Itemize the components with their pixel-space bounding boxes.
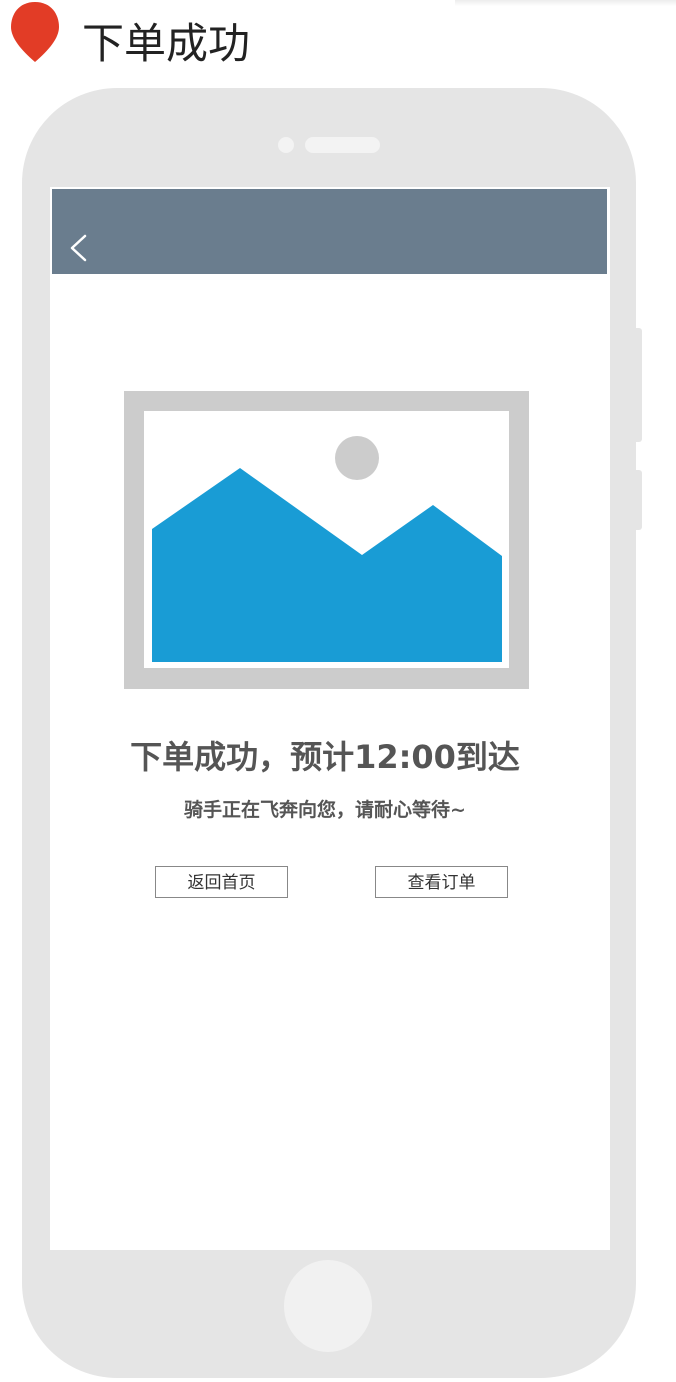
page-title: 下单成功 — [82, 19, 251, 68]
image-placeholder-icon — [124, 391, 529, 689]
location-pin-icon — [11, 2, 59, 62]
top-shadow — [455, 0, 676, 6]
view-order-button[interactable]: 查看订单 — [375, 866, 508, 898]
phone-speaker — [305, 137, 380, 153]
back-to-home-button[interactable]: 返回首页 — [155, 866, 288, 898]
navbar — [52, 189, 607, 274]
rider-status-message: 骑手正在飞奔向您，请耐心等待~ — [184, 799, 466, 821]
phone-side-button-lower — [632, 470, 642, 530]
phone-screen: 下单成功，预计12:00到达 骑手正在飞奔向您，请耐心等待~ 返回首页 查看订单 — [50, 187, 610, 1250]
chevron-left-icon[interactable] — [66, 233, 92, 263]
phone-side-button-upper — [632, 328, 642, 442]
phone-camera — [278, 137, 294, 153]
phone-home-button[interactable] — [284, 1260, 372, 1352]
order-success-headline: 下单成功，预计12:00到达 — [130, 738, 520, 776]
